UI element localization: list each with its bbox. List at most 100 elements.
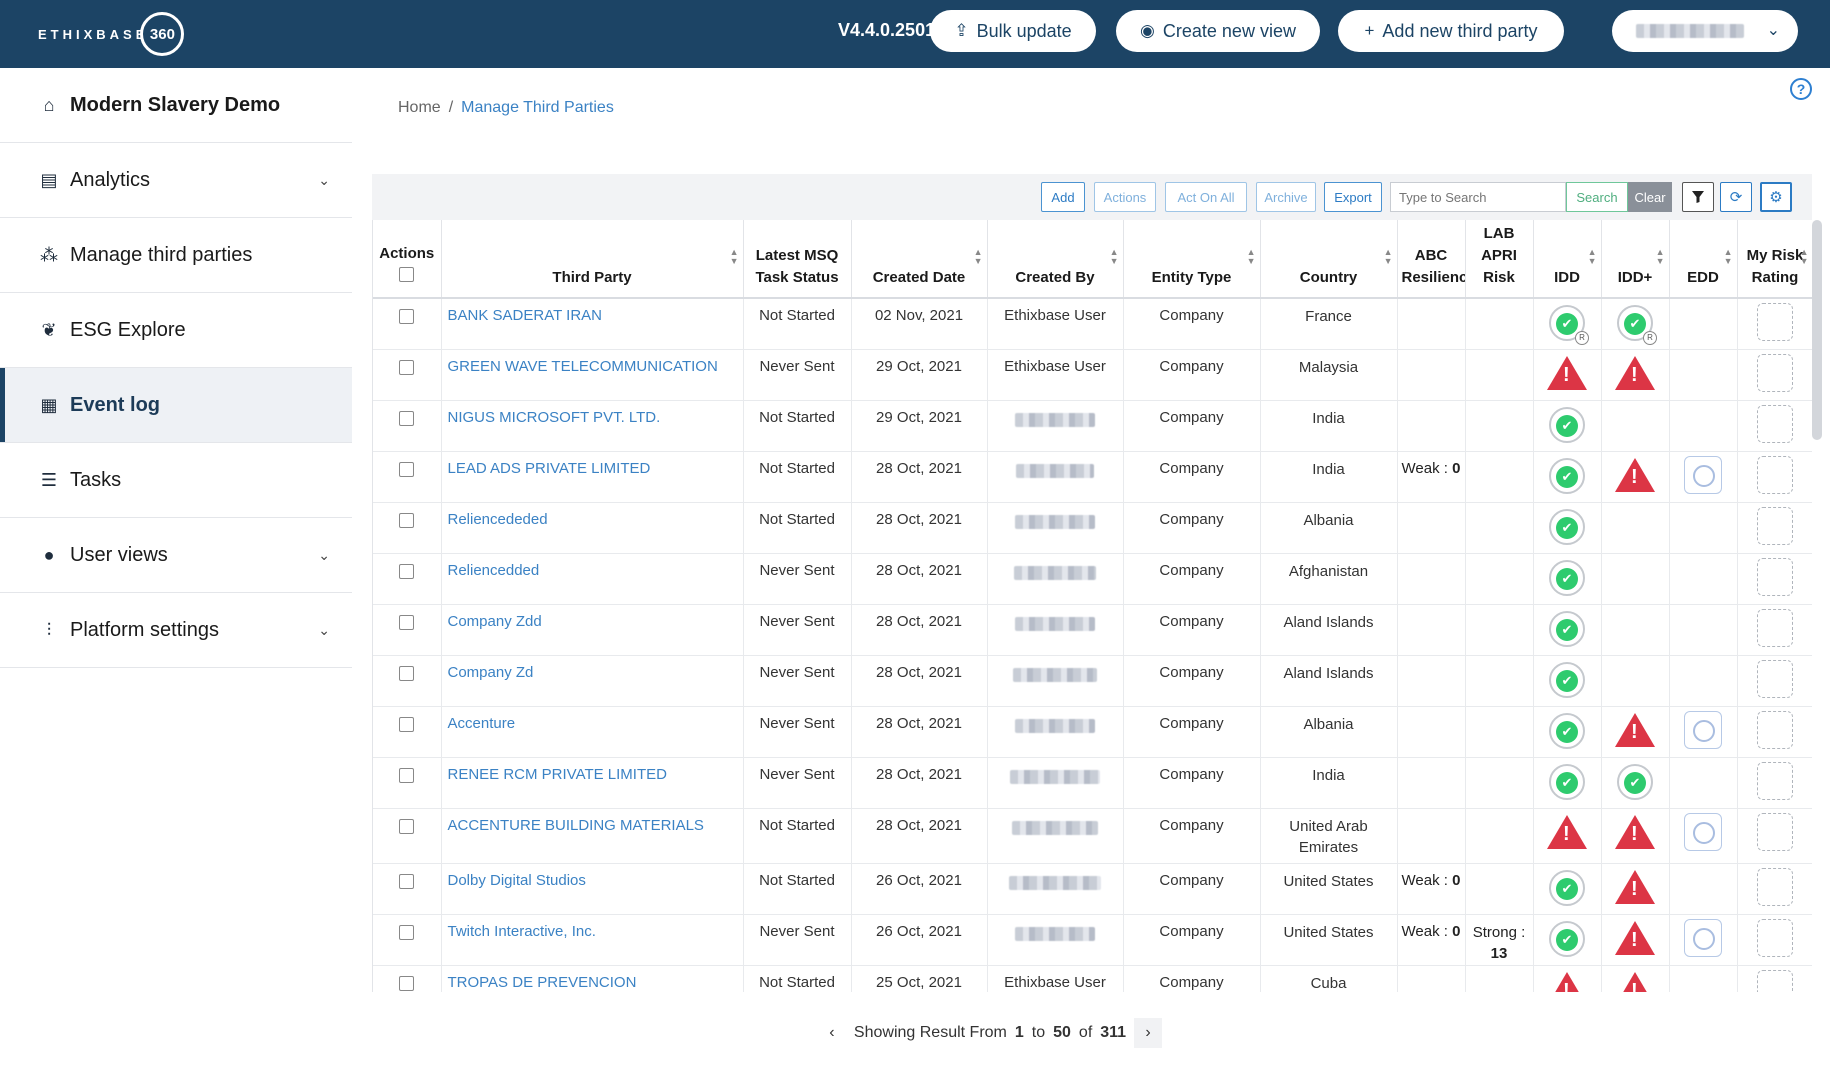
third-party-name-link[interactable]: Reliencedded (441, 553, 744, 605)
third-party-name-link[interactable]: LEAD ADS PRIVATE LIMITED (441, 451, 744, 503)
col-idd[interactable]: IDD ▲ ▼ (1533, 220, 1602, 299)
third-party-name-link[interactable]: Dolby Digital Studios (441, 863, 744, 915)
check-circle-icon[interactable] (1549, 712, 1585, 749)
clear-button[interactable]: Clear (1628, 182, 1672, 212)
sort-icon[interactable]: ▲ ▼ (974, 248, 983, 266)
col-entity-type[interactable]: Entity Type ▲ ▼ (1123, 220, 1261, 299)
risk-rating-box[interactable] (1757, 659, 1793, 698)
risk-rating-box[interactable] (1757, 404, 1793, 443)
sidebar-item-analytics[interactable]: ▤ Analytics ⌄ (0, 143, 352, 218)
warning-triangle-icon[interactable] (1615, 355, 1655, 390)
sidebar-item-esg-explore[interactable]: ❦ ESG Explore (0, 293, 352, 368)
warning-triangle-icon[interactable] (1615, 920, 1655, 955)
third-party-name-link[interactable]: RENEE RCM PRIVATE LIMITED (441, 757, 744, 809)
pending-clock-icon[interactable] (1684, 812, 1722, 851)
sort-icon[interactable]: ▲ ▼ (1247, 248, 1256, 266)
row-checkbox[interactable] (399, 873, 415, 889)
sort-icon[interactable]: ▲ ▼ (1384, 248, 1393, 266)
third-party-name-link[interactable]: BANK SADERAT IRAN (441, 298, 744, 350)
third-party-name-link[interactable]: NIGUS MICROSOFT PVT. LTD. (441, 400, 744, 452)
sort-icon[interactable]: ▲ ▼ (730, 248, 739, 266)
pending-clock-icon[interactable] (1684, 710, 1722, 749)
select-all-checkbox[interactable] (399, 267, 415, 282)
sort-icon[interactable]: ▲ ▼ (1588, 248, 1597, 266)
create-view-button[interactable]: ◉ Create new view (1116, 10, 1320, 52)
bulk-update-button[interactable]: ⇪ Bulk update (930, 10, 1096, 52)
row-checkbox[interactable] (399, 359, 415, 375)
row-checkbox[interactable] (399, 818, 415, 834)
pending-clock-icon[interactable] (1684, 455, 1722, 494)
help-icon[interactable]: ? (1790, 78, 1812, 100)
check-circle-icon[interactable] (1549, 869, 1585, 906)
col-country[interactable]: Country ▲ ▼ (1260, 220, 1398, 299)
warning-triangle-icon[interactable] (1615, 712, 1655, 747)
prev-page-icon[interactable]: ‹ (818, 1018, 846, 1048)
risk-rating-box[interactable] (1757, 353, 1793, 392)
third-party-name-link[interactable]: TROPAS DE PREVENCION (441, 965, 744, 992)
check-circle-icon[interactable]: R (1549, 305, 1589, 345)
risk-rating-box[interactable] (1757, 455, 1793, 494)
row-checkbox[interactable] (399, 975, 415, 991)
check-circle-icon[interactable] (1549, 661, 1585, 698)
warning-triangle-icon[interactable] (1547, 814, 1587, 849)
add-third-party-button[interactable]: + Add new third party (1338, 10, 1564, 52)
check-circle-icon[interactable] (1549, 763, 1585, 800)
warning-triangle-icon[interactable] (1547, 971, 1587, 992)
act-on-all-button[interactable]: Act On All (1165, 182, 1247, 212)
third-party-name-link[interactable]: ACCENTURE BUILDING MATERIALS (441, 808, 744, 864)
check-circle-icon[interactable]: R (1617, 305, 1657, 345)
warning-triangle-icon[interactable] (1615, 971, 1655, 992)
risk-rating-box[interactable] (1757, 506, 1793, 545)
sidebar-item-manage-third-parties[interactable]: ⁂ Manage third parties (0, 218, 352, 293)
col-created-date[interactable]: Created Date ▲ ▼ (851, 220, 988, 299)
risk-rating-box[interactable] (1757, 761, 1793, 800)
sort-icon[interactable]: ▲ ▼ (1110, 248, 1119, 266)
archive-button[interactable]: Archive (1256, 182, 1316, 212)
filter-icon[interactable] (1682, 182, 1714, 212)
sidebar-item-tasks[interactable]: ☰ Tasks (0, 443, 352, 518)
third-party-name-link[interactable]: Twitch Interactive, Inc. (441, 914, 744, 966)
breadcrumb-home[interactable]: Home (398, 99, 441, 116)
check-circle-icon[interactable] (1549, 508, 1585, 545)
risk-rating-box[interactable] (1757, 608, 1793, 647)
check-circle-icon[interactable] (1549, 920, 1585, 957)
breadcrumb-current[interactable]: Manage Third Parties (461, 99, 614, 116)
refresh-icon[interactable]: ⟳ (1720, 182, 1752, 212)
check-circle-icon[interactable] (1549, 559, 1585, 596)
risk-rating-box[interactable] (1757, 303, 1793, 341)
third-party-name-link[interactable]: Company Zdd (441, 604, 744, 656)
search-button[interactable]: Search (1566, 182, 1628, 212)
risk-rating-box[interactable] (1757, 710, 1793, 749)
risk-rating-box[interactable] (1757, 918, 1793, 957)
warning-triangle-icon[interactable] (1547, 355, 1587, 390)
user-menu-button[interactable]: ⌄ (1612, 10, 1798, 52)
col-edd[interactable]: EDD ▲ ▼ (1669, 220, 1738, 299)
next-page-icon[interactable]: › (1134, 1018, 1163, 1048)
row-checkbox[interactable] (399, 665, 415, 681)
sort-icon[interactable]: ▲ ▼ (1724, 248, 1733, 266)
col-idd-plus[interactable]: IDD+ ▲ ▼ (1601, 220, 1670, 299)
sidebar-item-event-log[interactable]: ▦ Event log (0, 368, 352, 443)
sort-icon[interactable]: ▲ ▼ (1800, 248, 1809, 266)
check-circle-icon[interactable] (1617, 763, 1653, 800)
sidebar-item-platform-settings[interactable]: ⫶ Platform settings ⌄ (0, 593, 352, 668)
check-circle-icon[interactable] (1549, 457, 1585, 494)
row-checkbox[interactable] (399, 563, 415, 579)
warning-triangle-icon[interactable] (1615, 457, 1655, 492)
settings-gear-icon[interactable]: ⚙ (1760, 182, 1792, 212)
third-party-name-link[interactable]: Reliencededed (441, 502, 744, 554)
warning-triangle-icon[interactable] (1615, 869, 1655, 904)
check-circle-icon[interactable] (1549, 610, 1585, 647)
risk-rating-box[interactable] (1757, 969, 1793, 992)
col-risk-rating[interactable]: My Risk Rating ▲ ▼ (1737, 220, 1812, 299)
col-created-by[interactable]: Created By ▲ ▼ (987, 220, 1124, 299)
add-button[interactable]: Add (1041, 182, 1085, 212)
row-checkbox[interactable] (399, 716, 415, 732)
search-input[interactable] (1390, 182, 1566, 212)
row-checkbox[interactable] (399, 309, 415, 324)
row-checkbox[interactable] (399, 767, 415, 783)
check-circle-icon[interactable] (1549, 406, 1585, 443)
third-party-name-link[interactable]: Accenture (441, 706, 744, 758)
risk-rating-box[interactable] (1757, 812, 1793, 851)
third-party-name-link[interactable]: Company Zd (441, 655, 744, 707)
